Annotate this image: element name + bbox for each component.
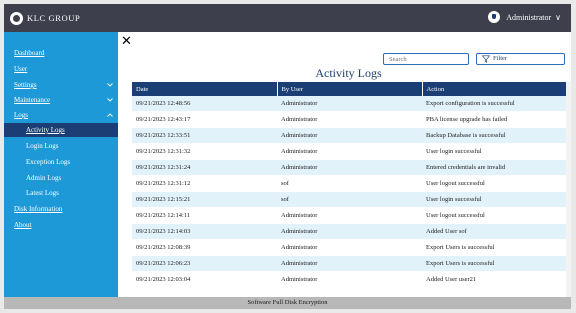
cell-date: 09/21/2023 12:03:04 xyxy=(132,271,277,288)
sidebar-item-about[interactable]: About xyxy=(4,218,118,232)
cell-action: Entered credentials are invalid xyxy=(422,159,566,176)
cell-date: 09/21/2023 12:15:21 xyxy=(132,191,277,208)
chevron-down-icon: ∨ xyxy=(555,12,561,22)
cell-by-user: Administrator xyxy=(277,223,422,240)
sidebar-item-label: About xyxy=(14,221,32,229)
filter-label: Filter xyxy=(493,55,508,62)
sidebar-item-label: Admin Logs xyxy=(26,174,62,182)
sidebar-item-label: Maintenance xyxy=(14,96,51,104)
cell-action: User logout successful xyxy=(422,175,566,192)
cell-action: Added User sof xyxy=(422,223,566,240)
cell-by-user: Administrator xyxy=(277,159,422,176)
close-icon[interactable]: ✕ xyxy=(121,35,132,48)
cell-action: User logout successful xyxy=(422,207,566,224)
chevron-up-icon xyxy=(107,113,113,117)
sidebar: Dashboard User Settings Maintenance Logs… xyxy=(4,32,118,297)
table-row[interactable]: 09/21/2023 12:15:21 sof User login success… xyxy=(132,191,566,208)
cell-by-user: Administrator xyxy=(277,271,422,288)
sidebar-item-label: User xyxy=(14,65,28,73)
cell-by-user: Administrator xyxy=(277,239,422,256)
sidebar-item-label: Activity Logs xyxy=(26,126,65,134)
cell-date: 09/21/2023 12:48:56 xyxy=(132,96,277,112)
table-scrollbar[interactable] xyxy=(566,82,571,297)
app-window: KLC GROUP Administrator ∨ Dashboard User… xyxy=(4,4,571,309)
brand-logo: KLC GROUP xyxy=(10,10,80,26)
table-row[interactable]: 09/21/2023 12:31:12 sof User logout succes… xyxy=(132,175,566,192)
sidebar-item-activity-logs[interactable]: Activity Logs xyxy=(4,123,118,137)
sidebar-item-admin-logs[interactable]: Admin Logs xyxy=(4,171,118,185)
activity-logs-table: Date By User Action 09/21/2023 12:48:56 A… xyxy=(132,82,566,297)
cell-date: 09/21/2023 12:08:39 xyxy=(132,239,277,256)
chevron-down-icon xyxy=(107,98,113,102)
cell-action: Export Users is successful xyxy=(422,255,566,272)
column-header-date[interactable]: Date xyxy=(132,82,278,96)
cell-by-user: Administrator xyxy=(277,255,422,272)
cell-by-user: Administrator xyxy=(277,96,422,112)
cell-action: Export Users is successful xyxy=(422,239,566,256)
cell-date: 09/21/2023 12:31:12 xyxy=(132,175,277,192)
cell-date: 09/21/2023 12:43:17 xyxy=(132,111,277,128)
filter-button[interactable]: Filter xyxy=(476,53,565,65)
sidebar-item-label: Latest Logs xyxy=(26,189,59,197)
cell-action: Export configuration is successful xyxy=(422,96,566,112)
cell-action: Backup Database is successful xyxy=(422,127,566,144)
sidebar-item-label: Disk Information xyxy=(14,205,63,213)
sidebar-item-maintenance[interactable]: Maintenance xyxy=(4,93,118,107)
sidebar-item-login-logs[interactable]: Login Logs xyxy=(4,139,118,153)
cell-date: 09/21/2023 12:31:32 xyxy=(132,143,277,160)
sidebar-item-label: Login Logs xyxy=(26,142,59,150)
cell-by-user: sof xyxy=(277,175,422,192)
footer: Software Full Disk Encryption xyxy=(4,297,571,309)
sidebar-item-latest-logs[interactable]: Latest Logs xyxy=(4,186,118,200)
cell-date: 09/21/2023 12:06:23 xyxy=(132,255,277,272)
table-row[interactable]: 09/21/2023 12:08:39 Administrator Export U… xyxy=(132,239,566,256)
sidebar-item-label: Dashboard xyxy=(14,49,45,57)
brand-name: KLC GROUP xyxy=(27,13,81,23)
user-menu[interactable]: Administrator ∨ xyxy=(488,11,561,23)
page-title: Activity Logs xyxy=(315,66,382,80)
cell-action: Added User user21 xyxy=(422,271,566,288)
table-row[interactable]: 09/21/2023 12:48:56 Administrator Export c… xyxy=(132,96,566,112)
cell-action: User login successful xyxy=(422,143,566,160)
table-row[interactable]: 09/21/2023 12:33:51 Administrator Backup D… xyxy=(132,127,566,144)
table-header-row: Date By User Action xyxy=(132,82,566,96)
cell-date: 09/21/2023 12:14:11 xyxy=(132,207,277,224)
cell-date: 09/21/2023 12:31:24 xyxy=(132,159,277,176)
table-row[interactable]: 09/21/2023 12:14:03 Administrator Added Us… xyxy=(132,223,566,240)
cell-action: User login successful xyxy=(422,191,566,208)
table-row[interactable]: 09/21/2023 12:06:23 Administrator Export U… xyxy=(132,255,566,272)
admin-shield-icon xyxy=(488,11,501,23)
sidebar-item-label: Settings xyxy=(14,81,37,89)
sidebar-item-disk-information[interactable]: Disk Information xyxy=(4,202,118,216)
sidebar-item-exception-logs[interactable]: Exception Logs xyxy=(4,155,118,169)
sidebar-item-label: Logs xyxy=(14,111,28,119)
user-name: Administrator xyxy=(506,12,552,22)
cell-date: 09/21/2023 12:33:51 xyxy=(132,127,277,144)
cell-action: PBA license upgrade has failed xyxy=(422,111,566,128)
filter-icon xyxy=(482,55,490,63)
sidebar-item-settings[interactable]: Settings xyxy=(4,78,118,92)
table-row[interactable]: 09/21/2023 12:03:04 Administrator Added Us… xyxy=(132,271,566,288)
column-header-by-user[interactable]: By User xyxy=(277,82,423,96)
cell-date: 09/21/2023 12:14:03 xyxy=(132,223,277,240)
table-row[interactable]: 09/21/2023 12:14:11 Administrator User log… xyxy=(132,207,566,224)
table-row[interactable]: 09/21/2023 12:43:17 Administrator PBA lice… xyxy=(132,111,566,128)
sidebar-item-logs[interactable]: Logs xyxy=(4,108,118,122)
sidebar-item-user[interactable]: User xyxy=(4,62,118,76)
sidebar-item-dashboard[interactable]: Dashboard xyxy=(4,46,118,60)
top-bar: KLC GROUP Administrator ∨ xyxy=(4,4,571,32)
search-input[interactable] xyxy=(383,53,469,65)
sidebar-item-label: Exception Logs xyxy=(26,158,71,166)
cell-by-user: Administrator xyxy=(277,127,422,144)
column-header-action[interactable]: Action xyxy=(422,82,566,96)
klc-logo-icon xyxy=(10,11,23,25)
table-row[interactable]: 09/21/2023 12:31:32 Administrator User log… xyxy=(132,143,566,160)
table-row[interactable]: 09/21/2023 12:31:24 Administrator Entered … xyxy=(132,159,566,176)
cell-by-user: Administrator xyxy=(277,111,422,128)
chevron-down-icon xyxy=(107,83,113,87)
cell-by-user: sof xyxy=(277,191,422,208)
cell-by-user: Administrator xyxy=(277,207,422,224)
cell-by-user: Administrator xyxy=(277,143,422,160)
